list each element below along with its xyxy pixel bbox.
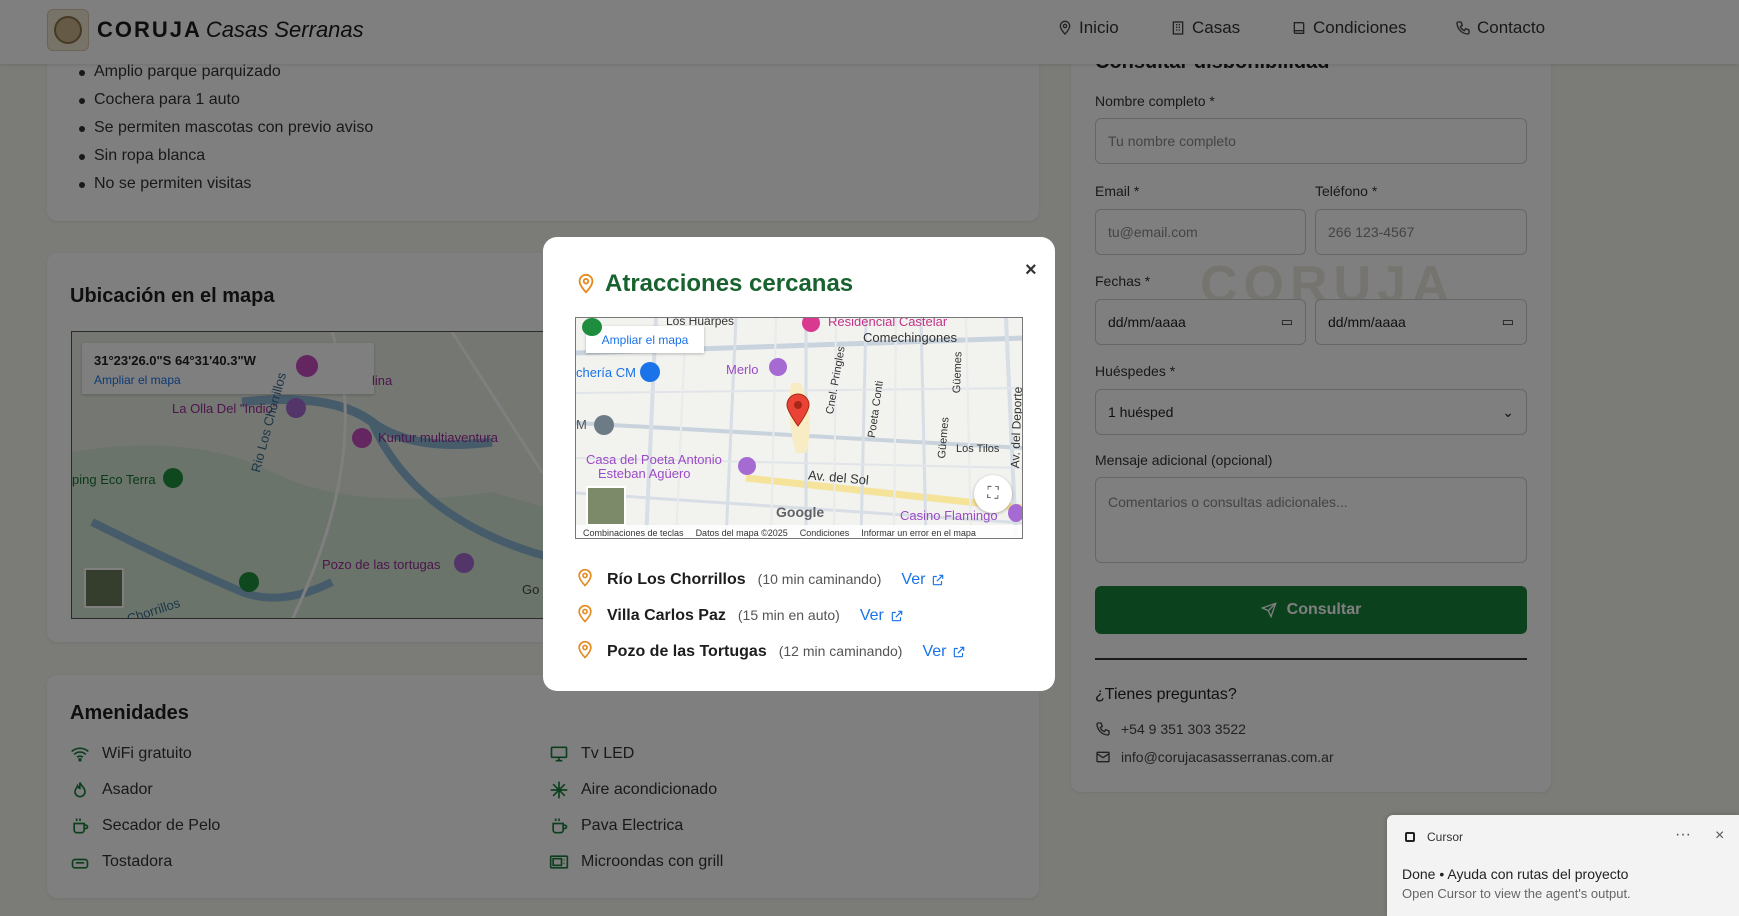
attractions-modal: Atracciones cercanas × Ampliar el mapa L… — [543, 237, 1055, 691]
satellite-toggle[interactable] — [586, 486, 626, 526]
report-error-link[interactable]: Informar un error en el mapa — [861, 528, 976, 538]
modal-title: Atracciones cercanas — [605, 270, 854, 297]
poi-marker[interactable] — [594, 415, 614, 435]
map-footer: Combinaciones de teclas Datos del mapa ©… — [576, 525, 1022, 538]
expand-map-link[interactable]: Ampliar el mapa — [586, 326, 704, 353]
attraction-name: Río Los Chorrillos — [607, 571, 746, 588]
terms-link[interactable]: Condiciones — [800, 528, 850, 538]
poi-label[interactable]: Merlo — [726, 362, 759, 377]
view-link[interactable]: Ver — [901, 571, 945, 589]
attraction-time: (10 min caminando) — [757, 571, 882, 587]
close-button[interactable]: × — [1025, 259, 1037, 282]
shopping-marker-icon[interactable] — [640, 362, 660, 382]
view-link[interactable]: Ver — [860, 607, 904, 625]
cursor-app-icon — [1405, 832, 1415, 842]
close-notification-button[interactable]: × — [1715, 827, 1724, 845]
notification-app-name: Cursor — [1427, 830, 1464, 844]
attraction-item: Pozo de las Tortugas (12 min caminando) … — [575, 636, 966, 661]
map-data-label: Datos del mapa ©2025 — [695, 527, 788, 538]
attraction-item: Río Los Chorrillos (10 min caminando) Ve… — [575, 564, 945, 589]
external-link-icon — [891, 610, 903, 622]
poi-marker[interactable] — [738, 457, 756, 475]
poi-marker[interactable] — [1008, 504, 1022, 522]
poi-label[interactable]: Residencial Castelar — [828, 318, 947, 329]
notification-body: Open Cursor to view the agent's output. — [1402, 886, 1631, 901]
attraction-name: Pozo de las Tortugas — [607, 643, 767, 660]
map-pin-icon — [575, 604, 595, 624]
map-pin-icon — [575, 568, 595, 588]
keyboard-shortcuts-link[interactable]: Combinaciones de teclas — [583, 528, 684, 538]
street-label: Güemes — [951, 351, 965, 394]
street-label: Comechingones — [863, 330, 957, 345]
street-label: Los Tilos — [956, 443, 1000, 455]
view-link-label: Ver — [859, 607, 884, 624]
poi-label[interactable]: Esteban Agüero — [598, 466, 691, 481]
external-link-icon — [954, 646, 965, 658]
attraction-time: (15 min en auto) — [737, 607, 840, 623]
attractions-map[interactable]: Ampliar el mapa Los Huarpes Residencial … — [575, 317, 1023, 539]
fullscreen-icon[interactable]: ⛶ — [974, 475, 1012, 513]
poi-marker[interactable] — [769, 358, 787, 376]
street-label: Los Huarpes — [666, 317, 735, 328]
street-label: Av. del Deporte — [1008, 386, 1023, 469]
attraction-item: Villa Carlos Paz (15 min en auto) Ver — [575, 600, 904, 625]
view-link-label: Ver — [901, 571, 926, 588]
attraction-time: (12 min caminando) — [778, 643, 903, 659]
map-pin-icon — [575, 640, 595, 660]
external-link-icon — [933, 574, 944, 586]
view-link-label: Ver — [922, 643, 947, 660]
view-link[interactable]: Ver — [922, 643, 966, 661]
street-label: M — [576, 417, 587, 432]
poi-label[interactable]: chería CM — [576, 365, 636, 380]
google-logo: Google — [776, 504, 825, 520]
map-pin-icon — [575, 273, 597, 300]
poi-marker[interactable] — [582, 318, 602, 336]
more-options-icon[interactable]: ··· — [1675, 826, 1691, 844]
cursor-notification[interactable]: Cursor ··· × Done • Ayuda con rutas del … — [1387, 815, 1739, 916]
notification-title: Done • Ayuda con rutas del proyecto — [1402, 866, 1629, 882]
poi-label[interactable]: Casa del Poeta Antonio — [586, 452, 722, 467]
attraction-name: Villa Carlos Paz — [607, 607, 726, 624]
location-pin-marker[interactable] — [785, 393, 811, 427]
